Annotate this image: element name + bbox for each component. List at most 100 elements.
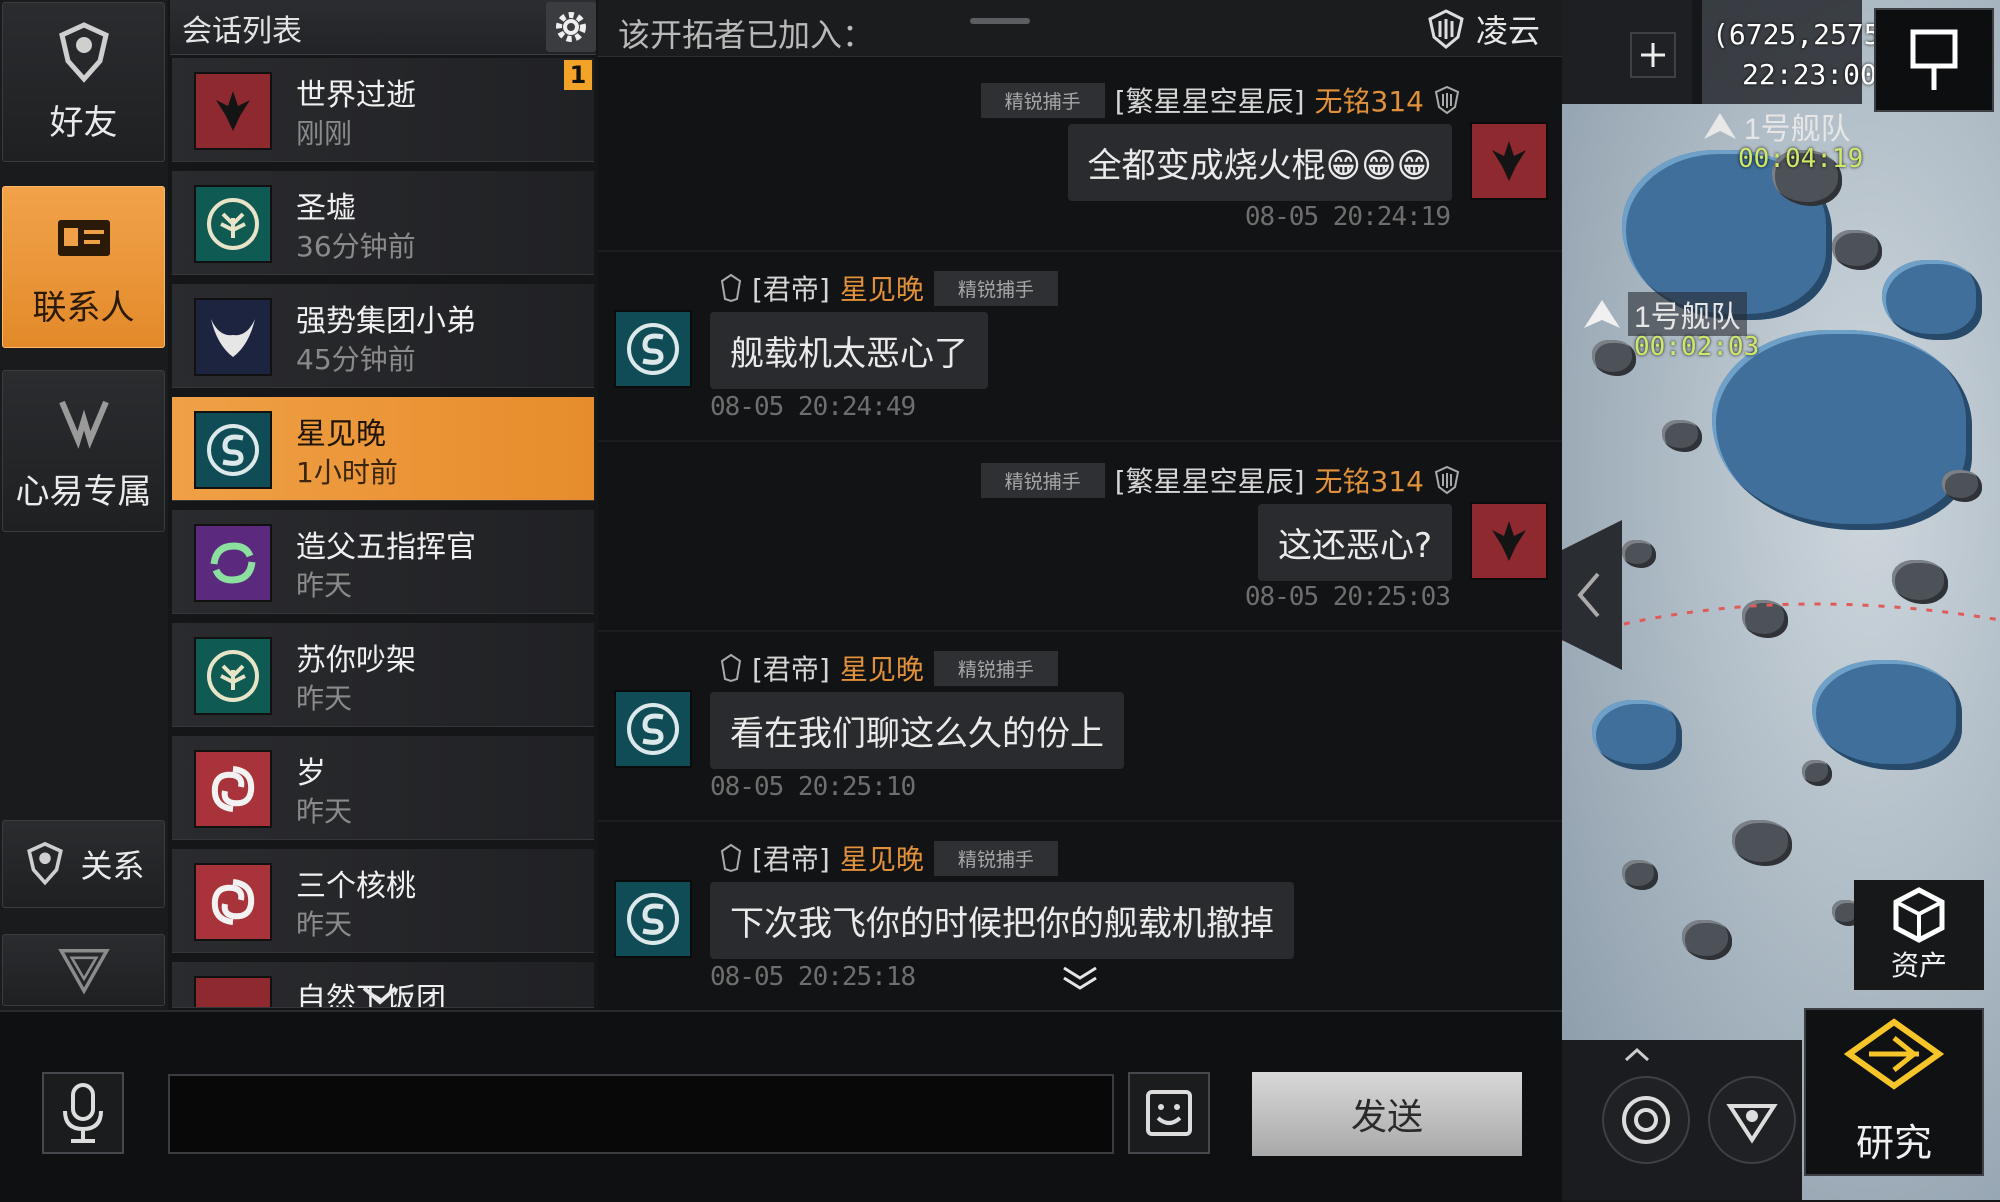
emoji-button[interactable] [1128,1072,1210,1154]
asteroid [1622,860,1658,890]
sender-name[interactable]: 无铭314 [1315,460,1424,500]
shield-person-icon [27,841,64,886]
message-timestamp: 08-05 20:25:03 [1244,582,1451,612]
cube-icon [1893,887,1945,943]
spiral-emblem-icon [211,766,255,812]
send-button[interactable]: 发送 [1252,1072,1522,1156]
alliance-shield-icon [1434,85,1460,115]
message-bubble: 舰载机太恶心了 [710,312,988,389]
radar-icon [1622,1096,1670,1144]
rank-icon [720,843,742,873]
fleet-timer: 00:04:19 [1738,144,1864,174]
session-item[interactable]: 圣墟 36分钟前 [172,171,594,275]
settings-button[interactable] [546,2,596,52]
divider [598,820,1562,822]
rank-icon [720,653,742,683]
sender-avatar[interactable] [1470,122,1548,200]
session-name: 三个核桃 [296,869,416,904]
chevron-down-icon[interactable] [360,984,400,1008]
circle-s-emblem-icon [627,323,679,375]
session-item[interactable]: 岁 昨天 [172,736,594,840]
session-item[interactable]: 造父五指挥官 昨天 [172,510,594,614]
chevron-up-icon[interactable] [1622,1046,1652,1064]
nav-contacts-label: 联系人 [32,287,135,328]
session-item-selected[interactable]: 星见晚 1小时前 [172,397,594,501]
zoom-in-button[interactable] [1630,32,1676,78]
asteroid [1592,340,1636,376]
shield-person-icon [58,21,109,83]
session-time: 1小时前 [296,456,398,489]
research-icon [1843,1017,1945,1090]
fleet-arrow-icon [1704,113,1736,139]
rank-tag: 精锐捕手 [933,270,1058,306]
session-list-header: 会话列表 [170,0,596,55]
session-item[interactable]: 三个核桃 昨天 [172,849,594,953]
dark-flame-emblem-icon [216,91,250,131]
message-timestamp: 08-05 20:25:18 [710,962,916,992]
divider [598,440,1562,442]
session-list-title: 会话列表 [182,14,302,49]
circle-s-emblem-icon [207,424,259,476]
message-bubble: 看在我们聊这么久的份上 [710,692,1124,769]
sender-avatar[interactable] [614,310,692,388]
message-input[interactable] [168,1074,1114,1154]
session-time: 昨天 [296,682,353,715]
plus-icon [1641,43,1665,67]
fleet-marker[interactable]: 1号舰队 [1582,292,1747,336]
fleet-marker[interactable]: 1号舰队 [1702,104,1851,148]
avatar [194,411,272,489]
avatar [194,637,272,715]
assets-button[interactable]: 资产 [1854,880,1984,990]
sender-avatar[interactable] [614,690,692,768]
assets-label: 资产 [1890,949,1947,982]
nav-contacts-button[interactable]: 联系人 [2,186,165,348]
radar-button[interactable] [1602,1076,1690,1164]
session-time: 36分钟前 [296,230,416,263]
nav-relations-button[interactable]: 关系 [2,820,165,908]
message-meta: [君帝] 星见晚 精锐捕手 [720,648,1058,688]
message-bubble: 这还恶心? [1257,504,1452,581]
research-label: 研究 [1855,1120,1932,1165]
avatar [194,976,272,1007]
sender-avatar[interactable] [614,880,692,958]
alliance-bracket: [君帝] [752,843,830,876]
territory-border [1562,602,2000,642]
session-item[interactable]: 苏你吵架 昨天 [172,623,594,727]
rank-tag: 精锐捕手 [933,840,1058,876]
scroll-down-chevron-icon[interactable] [1060,964,1100,994]
nav-exclusive-label: 心易专属 [15,471,152,512]
emoji-icon [1146,1090,1192,1136]
session-name: 圣墟 [296,191,356,226]
chat-joined-label: 该开拓者已加入： [618,16,875,54]
avatar [194,863,272,941]
sender-name[interactable]: 星见晚 [840,648,924,688]
rank-tag: 精锐捕手 [933,650,1058,686]
asteroid [1882,260,1982,340]
session-item[interactable]: 强势集团小弟 45分钟前 [172,284,594,388]
sender-name[interactable]: 无铭314 [1315,80,1424,120]
research-button[interactable]: 研究 [1804,1008,1984,1176]
nav-friends-button[interactable]: 好友 [2,2,165,162]
space-map[interactable]: (6725,2575) 22:23:00 1号舰队 00:04:19 1号舰队 … [1562,0,2000,1200]
message-meta: [君帝] 星见晚 精锐捕手 [720,838,1058,878]
nav-more-button[interactable] [2,934,165,1006]
divider [598,630,1562,632]
tree-emblem-icon [207,198,259,250]
microphone-icon [63,1083,103,1143]
divider [598,250,1562,252]
sender-name[interactable]: 星见晚 [840,838,924,878]
sender-avatar[interactable] [1470,502,1548,580]
map-marker-button[interactable] [1874,8,1994,112]
session-item[interactable]: 世界过逝 刚刚 1 [172,58,594,162]
session-list-panel: 会话列表 世界过逝 刚刚 1 圣墟 36分钟前 强势集团小弟 45分钟前 星见晚… [170,0,596,1010]
chat-panel: 该开拓者已加入： 凌云 精锐捕手 [繁星星空星辰] 无铭314 全都变成烧火棍😁… [598,0,1562,1010]
voice-button[interactable] [42,1072,124,1154]
message-timestamp: 08-05 20:24:19 [1244,202,1451,232]
sender-name[interactable]: 星见晚 [840,268,924,308]
nav-friends-label: 好友 [49,102,118,143]
nav-exclusive-button[interactable]: 心易专属 [2,370,165,532]
chat-room-name: 凌云 [1475,12,1540,50]
drag-handle[interactable] [970,18,1030,24]
alliance-button[interactable] [1708,1076,1796,1164]
message-timestamp: 08-05 20:25:10 [710,772,916,802]
